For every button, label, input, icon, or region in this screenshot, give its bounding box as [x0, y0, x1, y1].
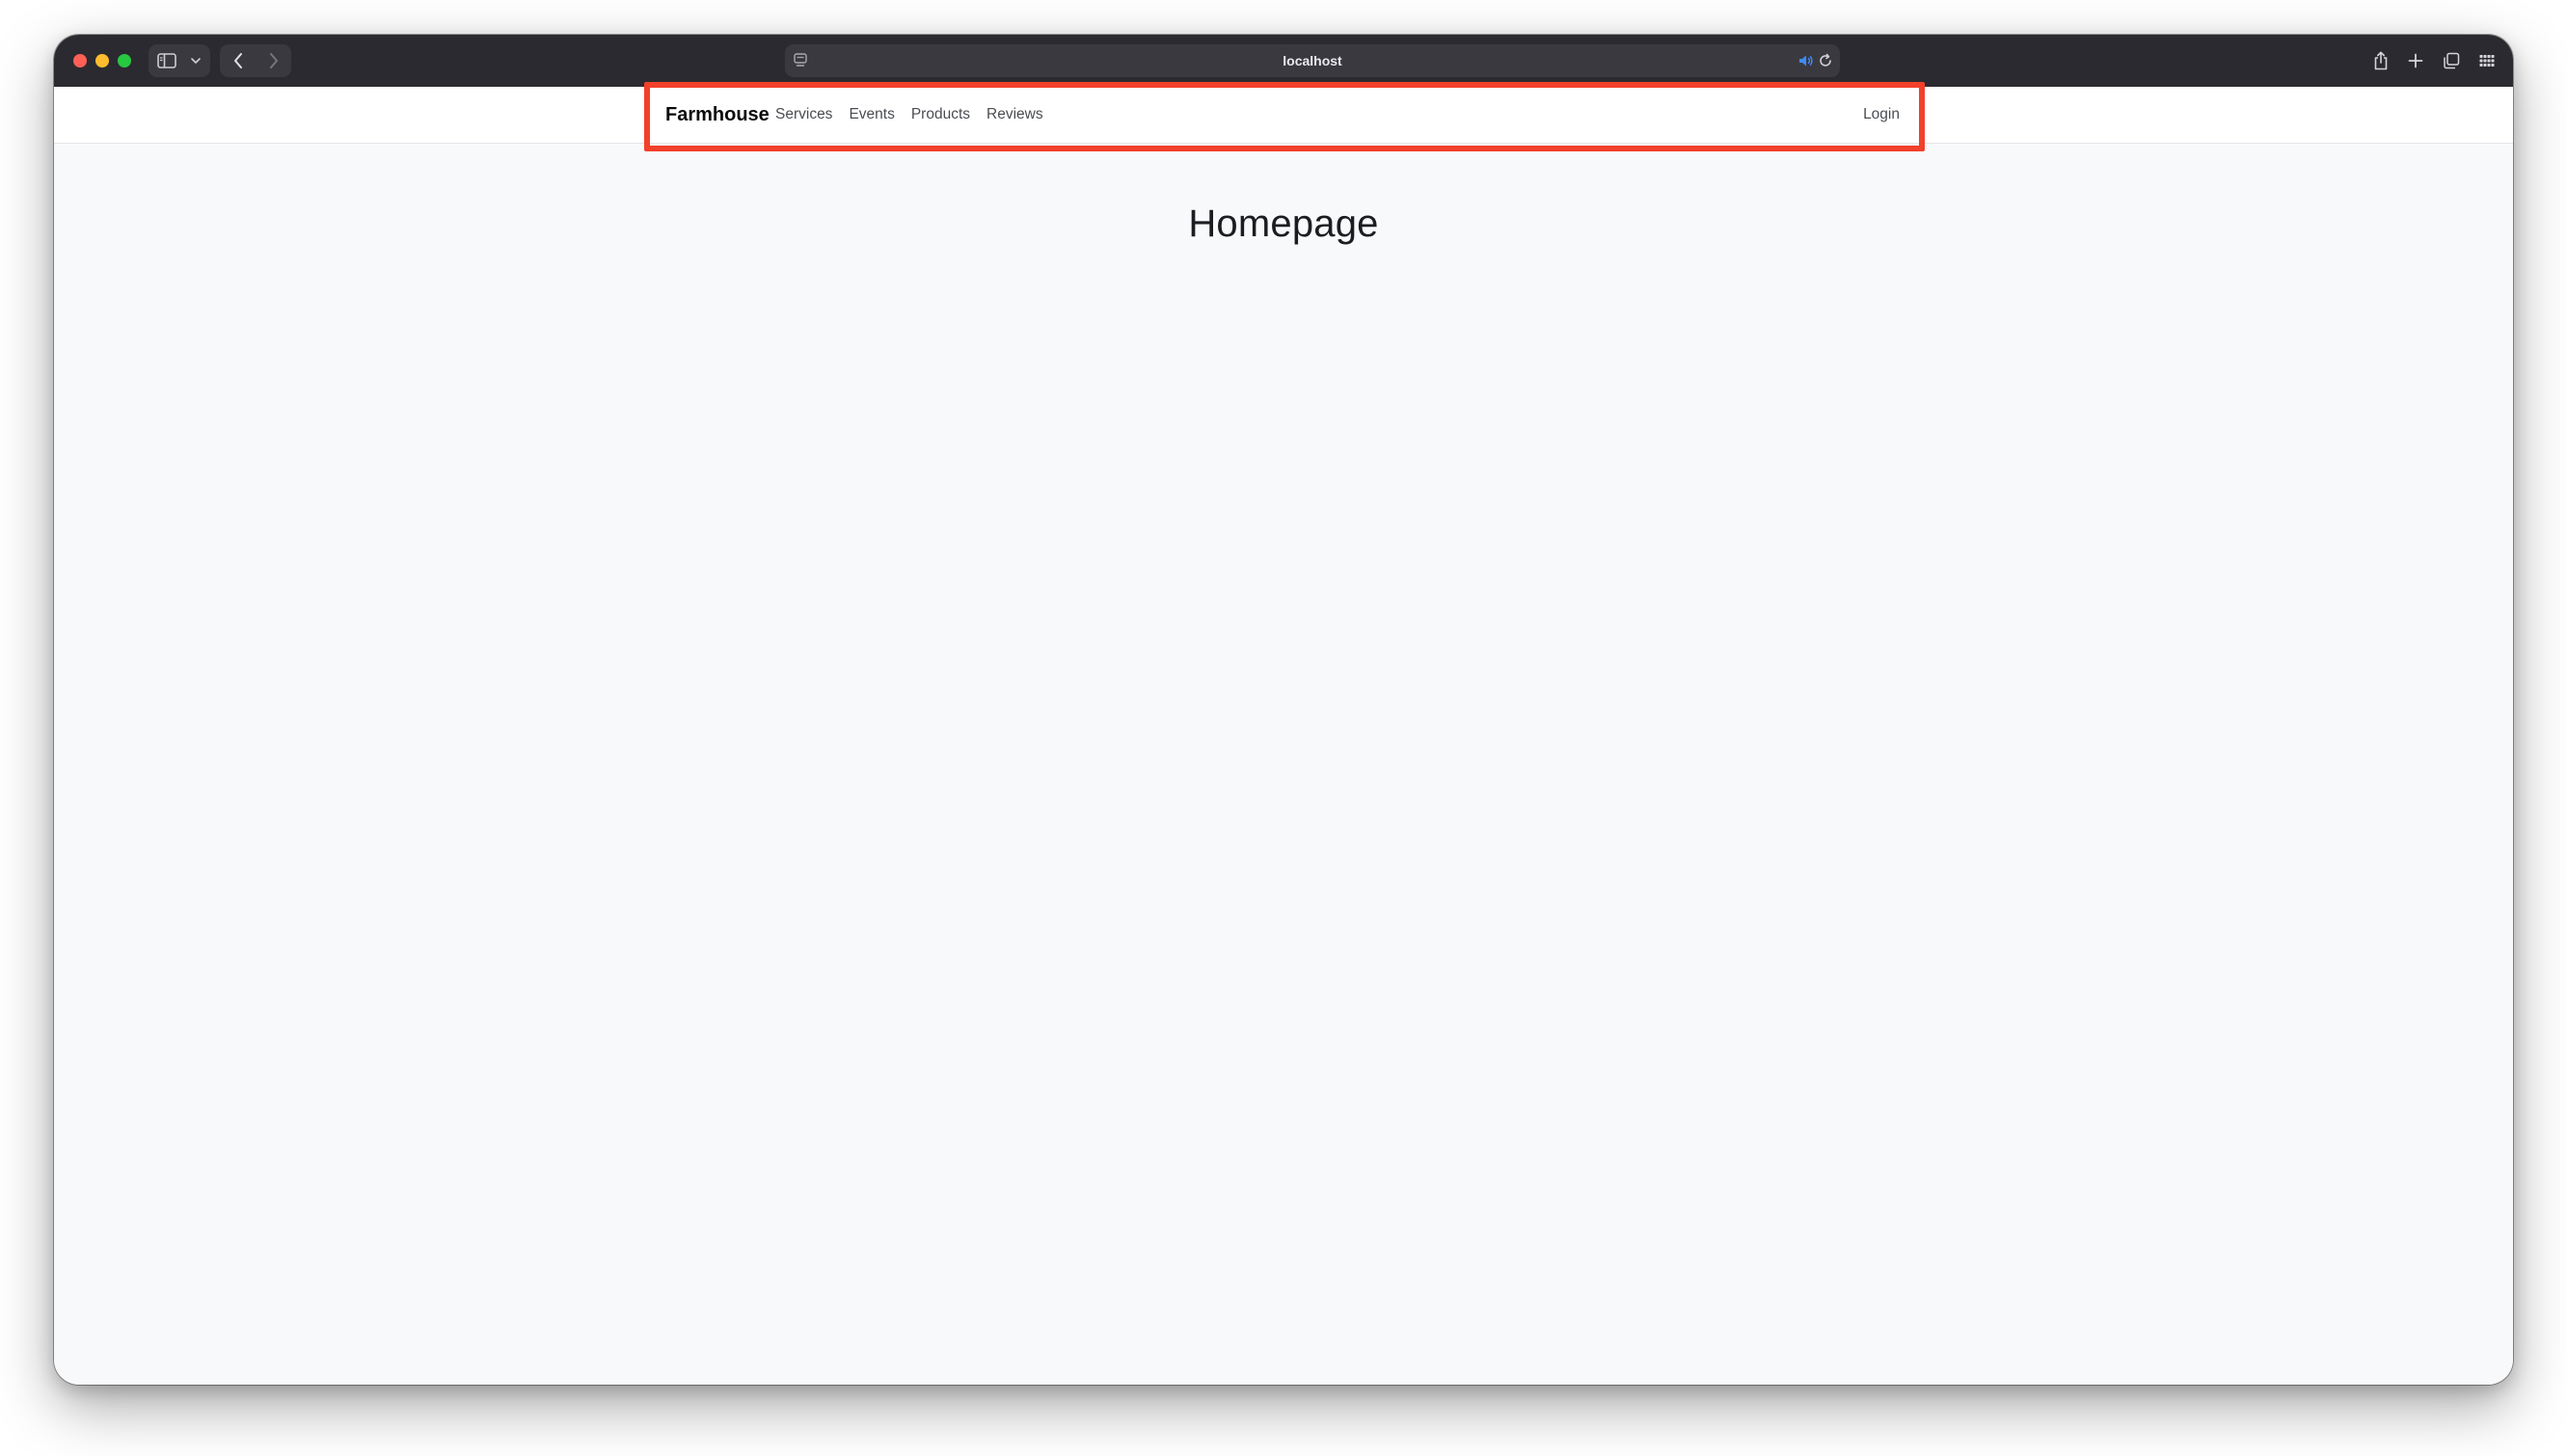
login-link[interactable]: Login — [1863, 87, 1900, 143]
screen: localhost Farmhouse Services Events Prod… — [0, 0, 2567, 1456]
sidebar-toggle-group — [149, 44, 210, 77]
chevron-left-icon[interactable] — [220, 44, 256, 77]
tab-overview-icon[interactable] — [2439, 48, 2464, 73]
nav-links: Services Events Products Reviews — [775, 87, 1043, 143]
speaker-icon[interactable] — [1797, 52, 1815, 74]
nav-link-events[interactable]: Events — [849, 106, 894, 123]
chevron-right-icon[interactable] — [256, 44, 291, 77]
nav-link-services[interactable]: Services — [775, 106, 832, 123]
reload-icon[interactable] — [1817, 52, 1834, 74]
navigation-group — [220, 44, 291, 77]
share-icon[interactable] — [2368, 48, 2393, 73]
sidebar-icon[interactable] — [149, 44, 185, 77]
minimize-window-button[interactable] — [95, 54, 109, 67]
site-navbar: Farmhouse Services Events Products Revie… — [54, 87, 2513, 144]
maximize-window-button[interactable] — [118, 54, 131, 67]
plus-icon[interactable] — [2403, 48, 2428, 73]
web-page: Farmhouse Services Events Products Revie… — [54, 82, 2513, 1385]
navbar-container: Farmhouse Services Events Products Revie… — [658, 87, 1911, 143]
nav-link-reviews[interactable]: Reviews — [986, 106, 1043, 123]
url-text[interactable]: localhost — [785, 44, 1840, 77]
nav-link-products[interactable]: Products — [911, 106, 970, 123]
brand-link[interactable]: Farmhouse — [665, 87, 770, 143]
address-bar[interactable]: localhost — [785, 44, 1840, 77]
browser-window: localhost Farmhouse Services Events Prod… — [54, 35, 2513, 1385]
chevron-down-icon[interactable] — [185, 44, 206, 77]
page-title: Homepage — [1188, 202, 1379, 245]
close-window-button[interactable] — [73, 54, 87, 67]
browser-toolbar: localhost — [54, 35, 2513, 87]
grid-icon[interactable] — [2474, 48, 2499, 73]
